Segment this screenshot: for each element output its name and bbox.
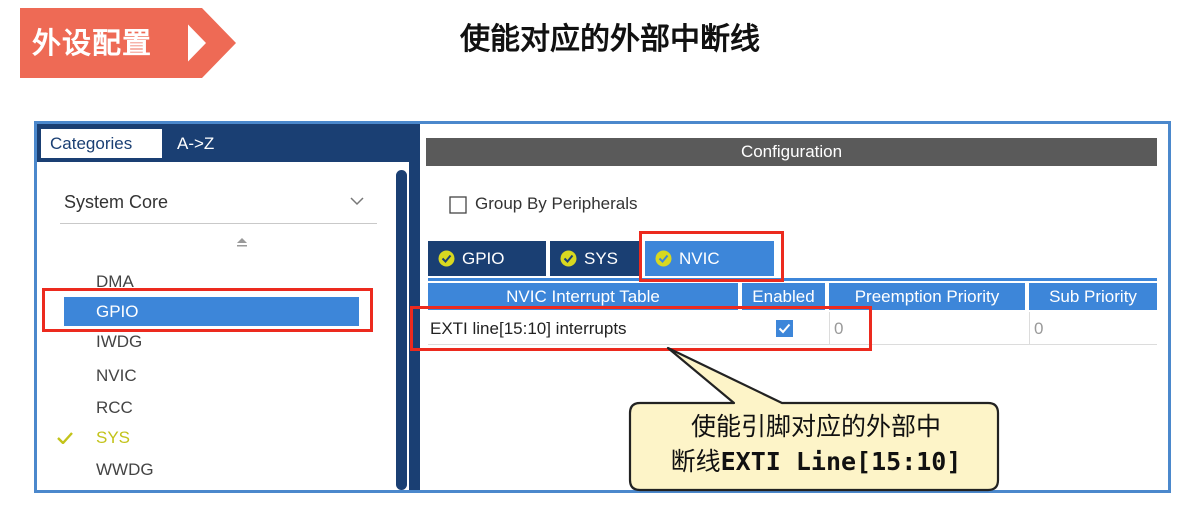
callout-text: 使能引脚对应的外部中 断线EXTI Line[15:10] [640, 409, 992, 479]
callout-bubble [628, 346, 1000, 492]
callout-line-2: 断线EXTI Line[15:10] [640, 444, 992, 479]
callout-line-1: 使能引脚对应的外部中 [690, 412, 941, 441]
callout-line-2-code: EXTI Line[15:10] [720, 447, 962, 476]
callout-line-2-prefix: 断线 [670, 447, 721, 476]
